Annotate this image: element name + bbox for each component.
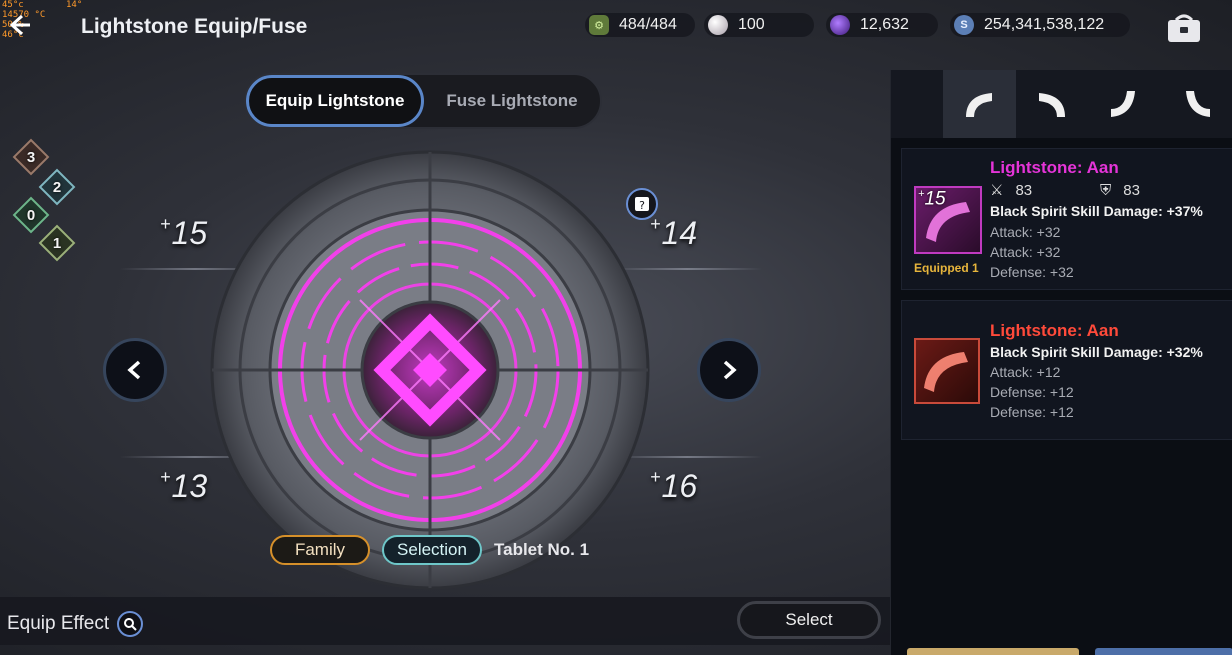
equip-effect-label: Equip Effect <box>7 613 110 634</box>
pearl-counter: 100 <box>704 13 814 37</box>
tab-fuse-lightstone[interactable]: Fuse Lightstone <box>424 75 600 127</box>
tab-equip-lightstone[interactable]: Equip Lightstone <box>246 75 424 127</box>
item-name: Lightstone: Aan <box>990 158 1119 177</box>
svg-text:?: ? <box>639 199 645 212</box>
sword-icon: ⚔ <box>990 182 1004 199</box>
purple-gem-value: 12,632 <box>860 16 909 33</box>
inventory-bag-icon[interactable] <box>1166 12 1202 44</box>
panel-footer-button-left[interactable] <box>907 648 1079 655</box>
back-arrow-icon[interactable] <box>4 10 34 40</box>
family-icon-1[interactable]: 3 <box>12 138 50 176</box>
family-set-icons: 3 2 0 1 <box>6 138 84 268</box>
slot-top-right[interactable]: +14 <box>650 214 697 252</box>
arc-top-right-icon <box>1038 93 1065 117</box>
search-icon[interactable] <box>117 611 144 637</box>
equipped-label: Equipped 1 <box>914 261 979 275</box>
panel-footer-button-right[interactable] <box>1095 648 1232 655</box>
item-sub-effect: Attack: +32 <box>990 224 1061 240</box>
select-button[interactable]: Select <box>737 601 881 639</box>
item-sub-effect: Defense: +32 <box>990 264 1074 280</box>
silver-coin-icon: S <box>954 15 974 35</box>
next-tablet-button[interactable] <box>697 338 761 402</box>
silver-counter: S 254,341,538,122 <box>950 13 1130 37</box>
lightstone-list-panel: +15 Equipped 1 Lightstone: Aan ⚔ 83 ⛨ 83 B… <box>890 70 1232 655</box>
arc-bottom-left-icon <box>1111 91 1136 117</box>
overlay-line: 45°c <box>2 0 24 10</box>
tab-category-1[interactable] <box>943 70 1016 138</box>
lightstone-card[interactable]: +15 Equipped 1 Lightstone: Aan ⚔ 83 ⛨ 83 B… <box>901 148 1232 290</box>
shield-icon: ⛨ <box>1100 181 1112 199</box>
slot-bottom-right[interactable]: +16 <box>650 467 697 505</box>
page-title: Lightstone Equip/Fuse <box>81 15 308 38</box>
family-tag-button[interactable]: Family <box>270 535 370 565</box>
equip-effect[interactable]: Equip Effect <box>7 611 144 637</box>
tab-category-3[interactable] <box>1088 70 1161 138</box>
arc-bottom-right-icon <box>1185 91 1210 117</box>
item-name: Lightstone: Aan <box>990 321 1119 340</box>
category-tabs <box>891 70 1232 138</box>
item-sub-effect: Defense: +12 <box>990 384 1074 400</box>
silver-value: 254,341,538,122 <box>984 16 1105 33</box>
item-sub-effect: Attack: +12 <box>990 364 1061 380</box>
tab-category-4[interactable] <box>1161 70 1232 138</box>
slot-bottom-left[interactable]: +13 <box>160 467 207 505</box>
pearl-icon <box>708 15 728 35</box>
energy-counter: ⚙ 484/484 <box>585 13 695 37</box>
item-sub-effect: Attack: +32 <box>990 244 1061 260</box>
family-icon-4[interactable]: 1 <box>38 224 76 262</box>
chevron-left-icon <box>127 360 141 380</box>
item-stats: ⚔ 83 ⛨ 83 <box>990 181 1140 200</box>
item-main-effect: Black Spirit Skill Damage: +37% <box>990 203 1203 219</box>
chevron-right-icon <box>723 360 737 380</box>
arc-top-left-icon <box>966 93 993 117</box>
mode-tabs: Equip Lightstone Fuse Lightstone <box>244 73 602 129</box>
pearl-value: 100 <box>738 16 765 33</box>
lightstone-thumbnail <box>914 338 980 404</box>
help-book-icon[interactable]: ? <box>626 188 658 220</box>
tablet-name: Tablet No. 1 <box>494 540 590 559</box>
overlay-line: 14° <box>66 0 83 10</box>
lightstone-thumbnail: +15 <box>914 186 982 254</box>
purple-gem-icon <box>830 15 850 35</box>
selection-tag-button[interactable]: Selection <box>382 535 482 565</box>
purple-gem-counter: 12,632 <box>826 13 938 37</box>
item-sub-effect: Defense: +12 <box>990 404 1074 420</box>
prev-tablet-button[interactable] <box>103 338 167 402</box>
lightstone-tablet[interactable] <box>210 150 650 590</box>
item-main-effect: Black Spirit Skill Damage: +32% <box>990 344 1203 360</box>
energy-value: 484/484 <box>619 16 677 33</box>
tablet-tags: Family Selection Tablet No. 1 <box>270 535 589 565</box>
energy-icon: ⚙ <box>589 15 609 35</box>
tab-category-2[interactable] <box>1016 70 1089 138</box>
slot-top-left[interactable]: +15 <box>160 214 207 252</box>
lightstone-card[interactable]: Lightstone: Aan Black Spirit Skill Damag… <box>901 300 1232 440</box>
